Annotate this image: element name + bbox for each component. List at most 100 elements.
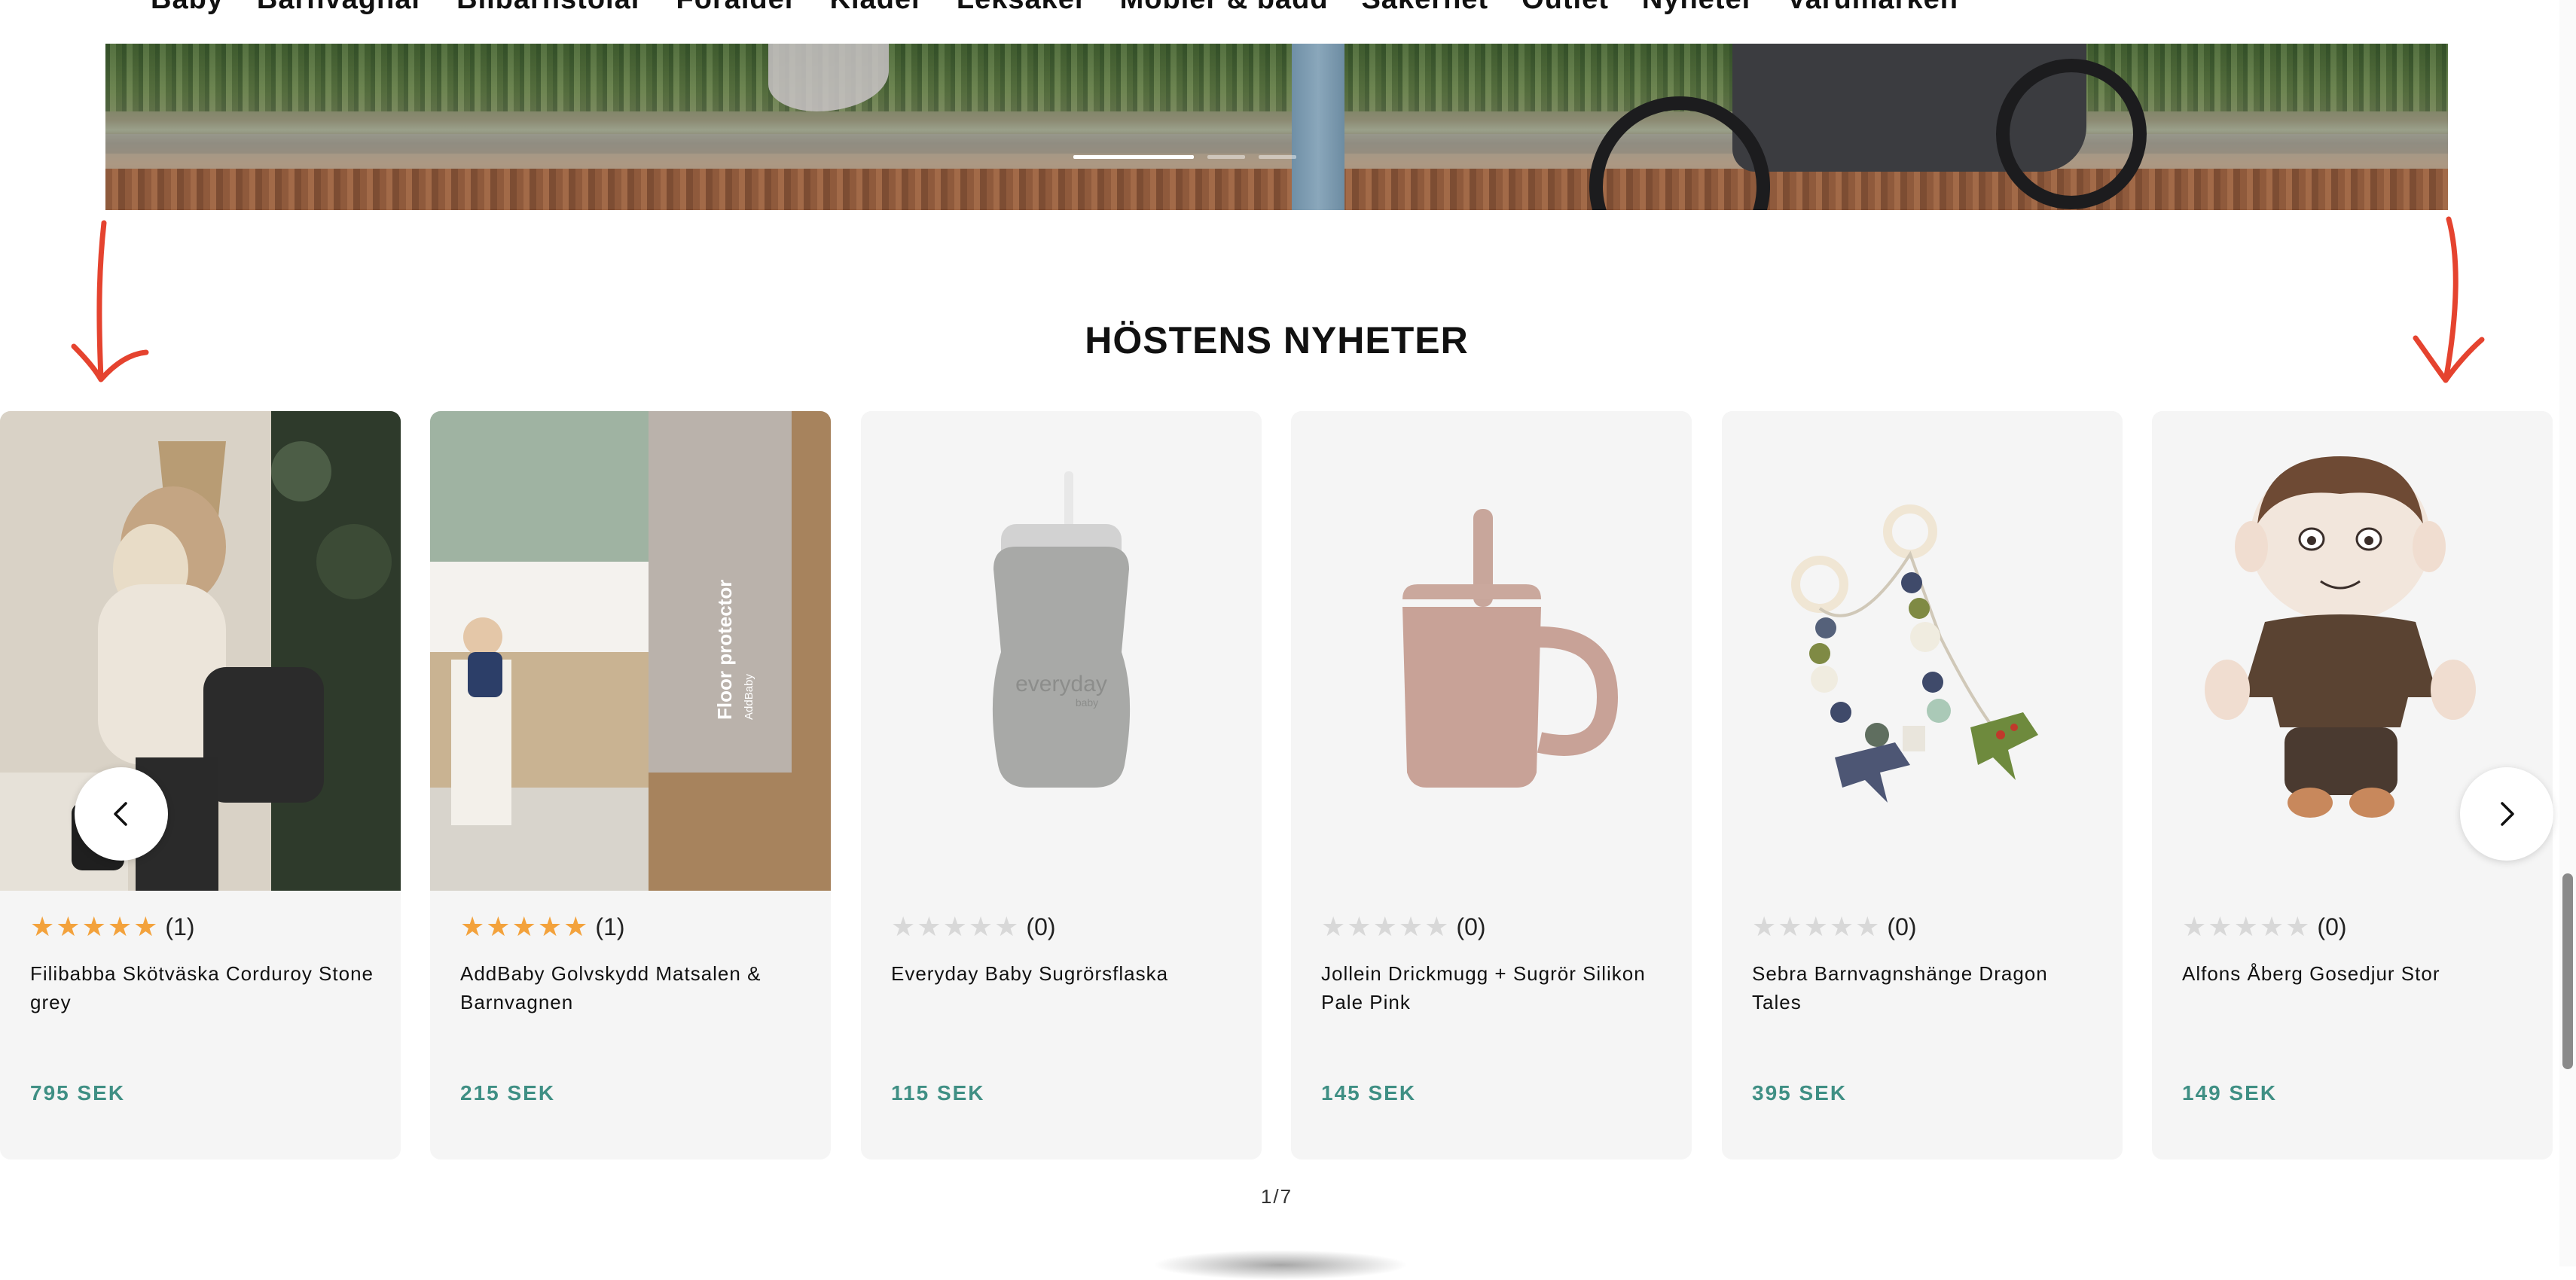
star-icon: ★ — [1855, 911, 1880, 942]
product-info: ★ ★ ★ ★ ★ (0) Jollein Drickmugg + Sugrör… — [1321, 908, 1669, 1019]
carousel-prev-button[interactable] — [75, 767, 168, 861]
product-info: ★ ★ ★ ★ ★ (0) Sebra Barnvagnshänge Drago… — [1752, 908, 2100, 1019]
product-image[interactable] — [0, 411, 401, 891]
hero-slide-indicator — [1073, 155, 1296, 159]
product-image[interactable]: everyday baby — [861, 411, 1262, 891]
slide-dot[interactable] — [1207, 155, 1245, 159]
rating-count: (0) — [1456, 913, 1486, 940]
product-card[interactable]: ★ ★ ★ ★ ★ (1) Filibabba Skötväska Cordur… — [0, 411, 401, 1160]
product-price: 115 SEK — [891, 1081, 985, 1105]
product-name[interactable]: Everyday Baby Sugrörsflaska — [891, 959, 1239, 1019]
nav-item-nyheter[interactable]: Nyheter — [1642, 0, 1754, 16]
star-icon: ★ — [1321, 911, 1346, 942]
hero-legs — [1292, 44, 1344, 210]
slide-dot[interactable] — [1259, 155, 1296, 159]
star-icon: ★ — [917, 911, 942, 942]
product-rating: ★ ★ ★ ★ ★ (0) — [891, 908, 1239, 946]
product-name[interactable]: Filibabba Skötväska Corduroy Stone grey — [30, 959, 378, 1019]
nav-item-varumarken[interactable]: Varumärken — [1787, 0, 1958, 16]
product-name[interactable]: Sebra Barnvagnshänge Dragon Tales — [1752, 959, 2100, 1019]
star-icon: ★ — [56, 911, 81, 942]
scrollbar-thumb[interactable] — [2562, 873, 2573, 1069]
nav-item-mobler-badd[interactable]: Möbler & bädd — [1120, 0, 1329, 16]
product-price: 795 SEK — [30, 1081, 126, 1105]
image-label: everyday — [1015, 672, 1107, 696]
star-icon: ★ — [891, 911, 916, 942]
rating-count: (0) — [1026, 913, 1056, 940]
star-icon: ★ — [2233, 911, 2258, 942]
product-image[interactable] — [1291, 411, 1692, 891]
nav-item-outlet[interactable]: Outlet — [1521, 0, 1609, 16]
hero-stroller — [1574, 44, 2147, 210]
nav-item-barnvagnar[interactable]: Barnvagnar — [257, 0, 423, 16]
star-icon: ★ — [537, 911, 563, 942]
star-icon: ★ — [968, 911, 993, 942]
chevron-right-icon — [2501, 802, 2514, 826]
chevron-left-icon — [114, 802, 127, 826]
star-icon: ★ — [1778, 911, 1802, 942]
star-icon: ★ — [1752, 911, 1777, 942]
product-card[interactable]: ★ ★ ★ ★ ★ (0) Jollein Drickmugg + Sugrör… — [1291, 411, 1692, 1160]
nav-item-sakerhet[interactable]: Säkerhet — [1362, 0, 1489, 16]
product-name[interactable]: Alfons Åberg Gosedjur Stor — [2182, 959, 2530, 1019]
product-price: 215 SEK — [460, 1081, 556, 1105]
product-name[interactable]: AddBaby Golvskydd Matsalen & Barnvagnen — [460, 959, 808, 1019]
carousel-pager: 1/7 — [1260, 1185, 1293, 1208]
star-icon: ★ — [1829, 911, 1854, 942]
star-icon: ★ — [81, 911, 106, 942]
star-icon: ★ — [107, 911, 133, 942]
product-image[interactable]: Floor protector AddBaby — [430, 411, 831, 891]
product-info: ★ ★ ★ ★ ★ (0) Alfons Åberg Gosedjur Stor — [2182, 908, 2530, 1019]
star-icon: ★ — [994, 911, 1019, 942]
product-image[interactable] — [1722, 411, 2123, 891]
product-price: 395 SEK — [1752, 1081, 1848, 1105]
carousel-next-button[interactable] — [2460, 767, 2553, 861]
star-icon: ★ — [1398, 911, 1424, 942]
product-info: ★ ★ ★ ★ ★ (1) AddBaby Golvskydd Matsalen… — [460, 908, 808, 1019]
image-brand: baby — [1076, 696, 1098, 709]
image-label: Floor protector — [713, 580, 736, 720]
image-brand: AddBaby — [743, 674, 755, 720]
star-icon: ★ — [511, 911, 536, 942]
star-icon: ★ — [563, 911, 588, 942]
star-icon: ★ — [486, 911, 511, 942]
rating-count: (0) — [2317, 913, 2347, 940]
nav-item-klader[interactable]: Kläder — [830, 0, 923, 16]
nav-item-baby[interactable]: Baby — [151, 0, 224, 16]
main-nav: Baby Barnvagnar Bilbarnstolar Förälder K… — [0, 0, 2561, 44]
star-icon: ★ — [460, 911, 485, 942]
section-title: HÖSTENS NYHETER — [1085, 319, 1469, 361]
product-rating: ★ ★ ★ ★ ★ (1) — [30, 908, 378, 946]
star-icon: ★ — [1372, 911, 1397, 942]
product-card[interactable]: everyday baby ★ ★ ★ ★ ★ (0) Everyday Bab… — [861, 411, 1262, 1160]
nav-item-bilbarnstolar[interactable]: Bilbarnstolar — [456, 0, 642, 16]
product-rating: ★ ★ ★ ★ ★ (0) — [1321, 908, 1669, 946]
product-info: ★ ★ ★ ★ ★ (1) Filibabba Skötväska Cordur… — [30, 908, 378, 1019]
star-icon: ★ — [2285, 911, 2310, 942]
product-name[interactable]: Jollein Drickmugg + Sugrör Silikon Pale … — [1321, 959, 1669, 1019]
star-icon: ★ — [942, 911, 967, 942]
product-info: ★ ★ ★ ★ ★ (0) Everyday Baby Sugrörsflask… — [891, 908, 1239, 1019]
product-card[interactable]: ★ ★ ★ ★ ★ (0) Sebra Barnvagnshänge Drago… — [1722, 411, 2123, 1160]
stroller-wheel — [1996, 59, 2147, 209]
product-price: 149 SEK — [2182, 1081, 2278, 1105]
product-card[interactable]: Floor protector AddBaby ★ ★ ★ ★ ★ (1) Ad… — [430, 411, 831, 1160]
star-icon: ★ — [2182, 911, 2207, 942]
nav-item-foralder[interactable]: Förälder — [676, 0, 797, 16]
rating-count: (1) — [595, 913, 625, 940]
star-icon: ★ — [1803, 911, 1828, 942]
star-icon: ★ — [1424, 911, 1449, 942]
star-icon: ★ — [30, 911, 55, 942]
product-rating: ★ ★ ★ ★ ★ (1) — [460, 908, 808, 946]
star-icon: ★ — [1347, 911, 1372, 942]
slide-dot-active[interactable] — [1073, 155, 1194, 159]
product-rating: ★ ★ ★ ★ ★ (0) — [2182, 908, 2530, 946]
rating-count: (0) — [1887, 913, 1917, 940]
page-scrollbar[interactable] — [2559, 0, 2576, 1266]
hero-banner[interactable] — [105, 44, 2448, 210]
star-icon: ★ — [2208, 911, 2233, 942]
nav-item-leksaker[interactable]: Leksaker — [957, 0, 1087, 16]
annotation-arrow-left — [71, 220, 149, 382]
star-icon: ★ — [2259, 911, 2285, 942]
floating-element-shadow — [1152, 1250, 1409, 1280]
